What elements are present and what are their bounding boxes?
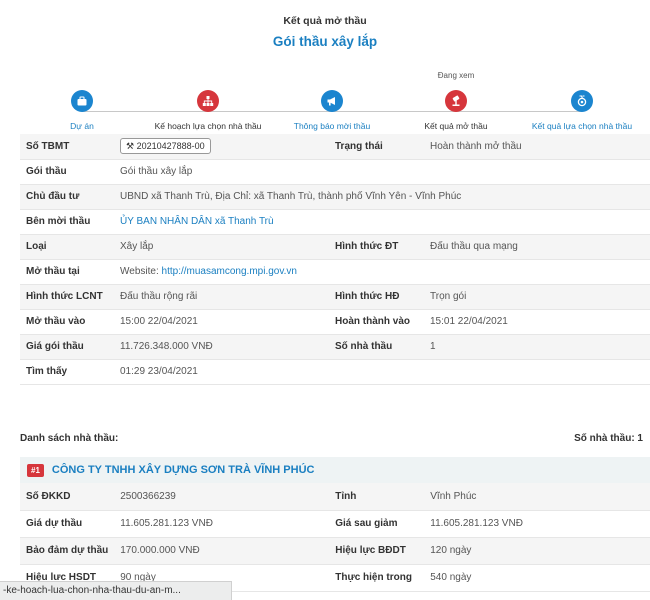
goi-thau-value: Gói thầu xây lắp xyxy=(114,159,650,185)
table-row: Hình thức LCNT Đấu thầu rộng rãi Hình th… xyxy=(20,284,650,310)
current-step-indicator: Đang xem xyxy=(437,71,475,80)
tinh-label: Tỉnh xyxy=(329,483,425,511)
muasamcong-link[interactable]: http://muasamcong.mpi.gov.vn xyxy=(162,266,297,277)
so-tbmt-label: Số TBMT xyxy=(20,134,114,160)
page-header: Kết quả mở thầu Gói thầu xây lắp xyxy=(0,0,650,52)
step-label: Kết quả mở thầu xyxy=(424,121,488,131)
chu-dau-tu-label: Chủ đầu tư xyxy=(20,184,114,210)
so-tbmt-tag[interactable]: ⚒ 20210427888-00 xyxy=(120,138,211,155)
gia-du-thau-value: 11.605.281.123 VNĐ xyxy=(114,510,330,538)
sitemap-icon xyxy=(197,90,219,112)
thuc-hien-value: 540 ngày xyxy=(424,564,650,592)
mo-thau-tai-prefix: Website: xyxy=(120,266,159,277)
medal-icon xyxy=(571,90,593,112)
goi-thau-label: Gói thầu xyxy=(20,159,114,185)
bao-dam-label: Bảo đảm dự thầu xyxy=(20,537,115,565)
bidder-header-row: #1 CÔNG TY TNHH XÂY DỰNG SƠN TRÀ VĨNH PH… xyxy=(20,457,650,483)
hinh-thuc-dt-label: Hình thức ĐT xyxy=(329,234,424,260)
ben-moi-thau-cell: ỦY BAN NHÂN DÂN xã Thanh Trù xyxy=(114,209,650,235)
hoan-thanh-vao-label: Hoàn thành vào xyxy=(329,309,424,335)
tim-thay-label: Tìm thấy xyxy=(20,359,114,385)
gia-goi-thau-label: Giá gói thầu xyxy=(20,334,114,360)
mo-thau-tai-cell: Website: http://muasamcong.mpi.gov.vn xyxy=(114,259,650,285)
so-tbmt-cell: ⚒ 20210427888-00 xyxy=(114,134,329,160)
step-ke-hoach-lcnt[interactable]: Kế hoạch lựa chọn nhà thầu xyxy=(143,90,273,131)
trang-thai-label: Trạng thái xyxy=(329,134,424,160)
loai-label: Loại xyxy=(20,234,114,260)
so-dkkd-label: Số ĐKKD xyxy=(20,483,115,511)
bidder-list-label: Danh sách nhà thầu: xyxy=(20,433,119,444)
ben-moi-thau-link[interactable]: ỦY BAN NHÂN DÂN xã Thanh Trù xyxy=(120,216,274,227)
briefcase-icon xyxy=(71,90,93,112)
hieu-luc-bddt-label: Hiệu lực BĐDT xyxy=(329,537,425,565)
gavel-icon: ⚒ xyxy=(126,141,135,152)
mo-thau-tai-label: Mở thầu tại xyxy=(20,259,114,285)
table-row: Bên mời thầu ỦY BAN NHÂN DÂN xã Thanh Tr… xyxy=(20,209,650,235)
gavel-icon xyxy=(445,90,467,112)
process-steps: Dự án Kế hoạch lựa chọn nhà thầu Thông b… xyxy=(0,52,650,134)
hinh-thuc-lcnt-value: Đấu thầu rộng rãi xyxy=(114,284,329,310)
step-ket-qua-mo-thau[interactable]: Đang xem Kết quả mở thầu xyxy=(391,71,521,131)
gia-du-thau-label: Giá dự thầu xyxy=(20,510,115,538)
hieu-luc-bddt-value: 120 ngày xyxy=(424,537,650,565)
loai-value: Xây lắp xyxy=(114,234,329,260)
so-nha-thau-value: 1 xyxy=(424,334,650,360)
tender-info-table: Số TBMT ⚒ 20210427888-00 Trạng thái Hoàn… xyxy=(20,134,650,385)
bidder-name-link[interactable]: CÔNG TY TNHH XÂY DỰNG SƠN TRÀ VĨNH PHÚC xyxy=(52,464,315,476)
bidder-detail-table: Số ĐKKD 2500366239 Tỉnh Vĩnh Phúc Giá dự… xyxy=(20,483,650,592)
table-row: Mở thầu vào 15:00 22/04/2021 Hoàn thành … xyxy=(20,309,650,335)
step-label: Thông báo mời thầu xyxy=(293,121,371,131)
gia-sau-giam-label: Giá sau giảm xyxy=(329,510,425,538)
hinh-thuc-dt-value: Đấu thầu qua mạng xyxy=(424,234,650,260)
step-label: Kết quả lựa chọn nhà thầu xyxy=(531,121,633,131)
step-du-an[interactable]: Dự án xyxy=(17,90,147,131)
table-row: Số TBMT ⚒ 20210427888-00 Trạng thái Hoàn… xyxy=(20,134,650,160)
ben-moi-thau-label: Bên mời thầu xyxy=(20,209,114,235)
table-row: Tìm thấy 01:29 23/04/2021 xyxy=(20,359,650,385)
step-label: Dự án xyxy=(70,121,94,131)
megaphone-icon xyxy=(321,90,343,112)
gia-goi-thau-value: 11.726.348.000 VNĐ xyxy=(114,334,329,360)
table-row: Mở thầu tại Website: http://muasamcong.m… xyxy=(20,259,650,285)
trang-thai-value: Hoàn thành mở thầu xyxy=(424,134,650,160)
table-row: Bảo đảm dự thầu 170.000.000 VNĐ Hiệu lực… xyxy=(20,537,650,565)
mo-thau-vao-value: 15:00 22/04/2021 xyxy=(114,309,329,335)
chu-dau-tu-value: UBND xã Thanh Trù, Địa Chỉ: xã Thanh Trù… xyxy=(114,184,650,210)
table-row: Giá gói thầu 11.726.348.000 VNĐ Số nhà t… xyxy=(20,334,650,360)
gia-sau-giam-value: 11.605.281.123 VNĐ xyxy=(424,510,650,538)
table-row: Số ĐKKD 2500366239 Tỉnh Vĩnh Phúc xyxy=(20,483,650,511)
page-title: Gói thầu xây lắp xyxy=(272,34,378,49)
so-nha-thau-label: Số nhà thầu xyxy=(329,334,424,360)
bidder-rank-badge: #1 xyxy=(27,463,44,477)
hoan-thanh-vao-value: 15:01 22/04/2021 xyxy=(424,309,650,335)
step-ket-qua-lcnt[interactable]: Kết quả lựa chọn nhà thầu xyxy=(517,90,647,131)
table-row: Chủ đầu tư UBND xã Thanh Trù, Địa Chỉ: x… xyxy=(20,184,650,210)
page-subtitle: Kết quả mở thầu xyxy=(283,15,367,27)
browser-status-bar: -ke-hoach-lua-chon-nha-thau-du-an-m... xyxy=(0,581,232,600)
hinh-thuc-hd-label: Hình thức HĐ xyxy=(329,284,424,310)
mo-thau-vao-label: Mở thầu vào xyxy=(20,309,114,335)
bidder-count: Số nhà thầu: 1 xyxy=(574,433,643,444)
hinh-thuc-hd-value: Trọn gói xyxy=(424,284,650,310)
hinh-thuc-lcnt-label: Hình thức LCNT xyxy=(20,284,114,310)
bidder-list-header: Danh sách nhà thầu: Số nhà thầu: 1 xyxy=(20,433,650,449)
tinh-value: Vĩnh Phúc xyxy=(424,483,650,511)
tim-thay-value: 01:29 23/04/2021 xyxy=(114,359,650,385)
so-dkkd-value: 2500366239 xyxy=(114,483,330,511)
table-row: Gói thầu Gói thầu xây lắp xyxy=(20,159,650,185)
bao-dam-value: 170.000.000 VNĐ xyxy=(114,537,330,565)
step-label: Kế hoạch lựa chọn nhà thầu xyxy=(154,121,262,131)
table-row: Loại Xây lắp Hình thức ĐT Đấu thầu qua m… xyxy=(20,234,650,260)
step-thong-bao-moi-thau[interactable]: Thông báo mời thầu xyxy=(267,90,397,131)
thuc-hien-label: Thực hiện trong xyxy=(329,564,425,592)
table-row: Giá dự thầu 11.605.281.123 VNĐ Giá sau g… xyxy=(20,510,650,538)
so-tbmt-value: 20210427888-00 xyxy=(136,141,205,152)
